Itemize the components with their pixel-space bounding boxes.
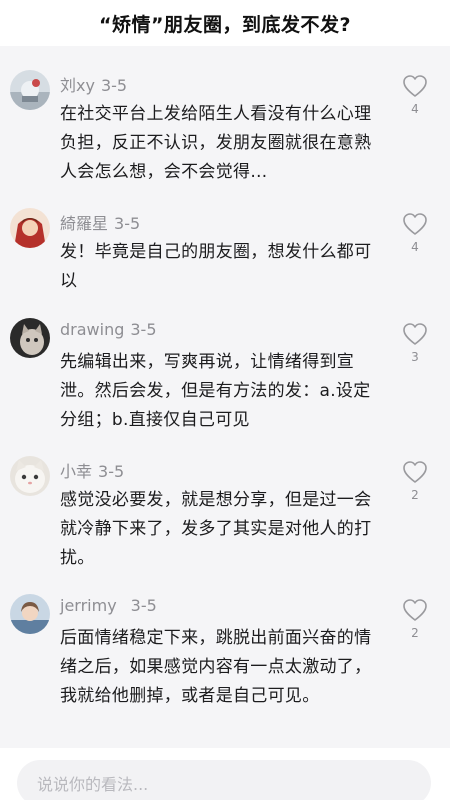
username[interactable]: 刘xy [60, 76, 95, 95]
username[interactable]: drawing [60, 320, 124, 339]
heart-outline-icon [403, 461, 427, 483]
user-line: 刘xy 3-5 [60, 72, 127, 96]
like-count: 4 [411, 240, 419, 254]
comment-text: 在社交平台上发给陌生人看没有什么心理负担，反正不认识，发朋友圈就很在意熟人会怎么… [60, 104, 372, 182]
comment-text: 发！毕竟是自己的朋友圈，想发什么都可以 [60, 242, 372, 291]
like-button[interactable]: 3 [400, 322, 430, 364]
user-line: 綺羅星 3-5 [60, 210, 140, 234]
heart-outline-icon [403, 75, 427, 97]
comment-text: 先编辑出来，写爽再说，让情绪得到宣泄。然后会发，但是有方法的发：a.设定分组；b… [60, 352, 371, 430]
like-button[interactable]: 4 [400, 74, 430, 116]
like-count: 3 [411, 350, 419, 364]
page-title: “矫情”朋友圈，到底发不发? [99, 13, 351, 36]
comment-date: 3-5 [130, 320, 157, 339]
user-line: drawing 3-5 [60, 320, 157, 339]
like-button[interactable]: 2 [400, 598, 430, 640]
like-button[interactable]: 4 [400, 212, 430, 254]
username[interactable]: 小幸 [60, 462, 92, 481]
heart-outline-icon [403, 323, 427, 345]
comment-text: 感觉没必要发，就是想分享，但是过一会就冷静下来了，发多了其实是对他人的打扰。 [60, 490, 372, 568]
avatar[interactable] [10, 208, 50, 248]
user-line: 小幸 3-5 [60, 458, 124, 482]
heart-outline-icon [403, 213, 427, 235]
avatar[interactable] [10, 594, 50, 634]
username[interactable]: 綺羅星 [60, 214, 108, 233]
user-line: jerrimy 3-5 [60, 596, 157, 615]
comment-date: 3-5 [98, 462, 125, 481]
username[interactable]: jerrimy [60, 596, 117, 615]
like-count: 2 [411, 626, 419, 640]
avatar[interactable] [10, 318, 50, 358]
comment-text: 后面情绪稳定下来，跳脱出前面兴奋的情绪之后，如果感觉内容有一点太激动了，我就给他… [60, 628, 372, 706]
like-count: 4 [411, 102, 419, 116]
like-button[interactable]: 2 [400, 460, 430, 502]
like-count: 2 [411, 488, 419, 502]
comment-input-bar: 说说你的看法... [0, 748, 450, 800]
avatar[interactable] [10, 70, 50, 110]
comment-date: 3-5 [130, 596, 157, 615]
heart-outline-icon [403, 599, 427, 621]
comment-date: 3-5 [114, 214, 141, 233]
header-bar: “矫情”朋友圈，到底发不发? [0, 0, 450, 46]
comment-input[interactable]: 说说你的看法... [17, 760, 431, 800]
comment-date: 3-5 [100, 76, 128, 95]
avatar[interactable] [10, 456, 50, 496]
